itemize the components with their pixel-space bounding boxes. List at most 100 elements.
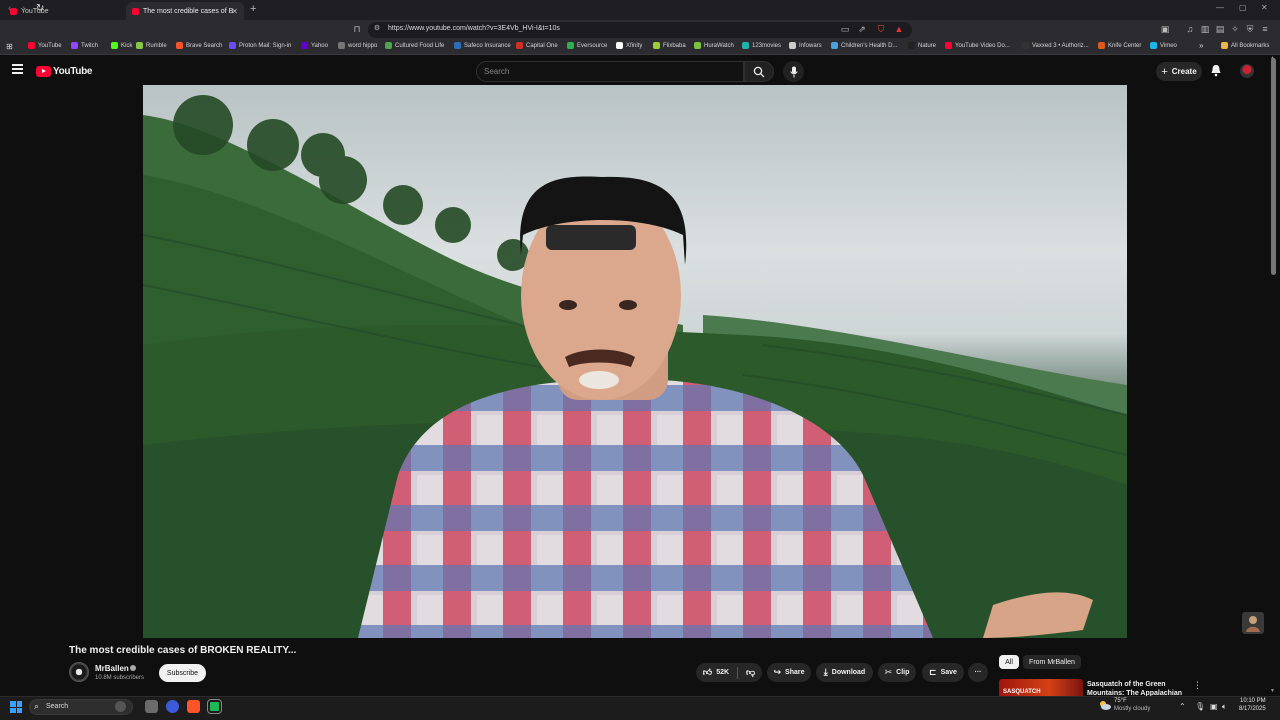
bookmark-favicon-icon [338,42,345,49]
browser-tab-video[interactable]: The most credible cases of B ✕ [126,2,244,20]
youtube-logo-text[interactable]: YouTube [53,66,93,77]
bookmark-item[interactable]: Proton Mail: Sign-in [229,42,291,49]
vpn-icon[interactable]: ⛨ [1245,24,1255,34]
bookmark-item[interactable]: Flixbaba [653,42,686,49]
channel-avatar[interactable] [69,662,89,682]
bookmark-item[interactable]: Twitch [71,42,98,49]
download-button[interactable]: ⤓ Download [816,663,873,682]
bookmark-item[interactable]: Xfinity [616,42,642,49]
subscribe-button[interactable]: Subscribe [159,664,206,682]
bookmark-item[interactable]: Brave Search [176,42,222,49]
bookmark-item[interactable]: YouTube Video Do... [945,42,1010,49]
brave-shields-icon[interactable]: ⛉ [876,24,886,34]
clock-time[interactable]: 10:10 PM [1240,698,1266,704]
bookmark-item[interactable]: Kick [111,42,132,49]
new-tab-button[interactable]: + [250,3,256,15]
clock-date[interactable]: 8/17/2025 [1239,706,1266,712]
weather-temperature[interactable]: 75°F [1114,698,1127,704]
task-view-icon[interactable] [145,700,158,713]
dislike-button[interactable]: 👎︎ [746,667,755,678]
weather-description[interactable]: Mostly cloudy [1114,706,1150,712]
download-icon: ⤓ [823,667,828,677]
notifications-bell-icon[interactable] [1210,64,1222,77]
clip-button[interactable]: ✂ Clip [878,663,916,682]
volume-tray-icon[interactable]: 🔈︎ [1222,702,1227,712]
bookmark-item[interactable]: 123movies [742,42,781,49]
bookmark-item[interactable]: Children's Health D... [831,42,898,49]
recommended-more-icon[interactable]: ⋮ [1193,680,1202,691]
bookmark-item[interactable]: Infowars [789,42,822,49]
maximize-window-icon[interactable]: ▢ [1239,3,1247,12]
extensions-icon[interactable]: ✧ [1230,24,1240,34]
bookmark-item[interactable]: Vaxxed 3 • Authoriz... [1022,42,1089,49]
screenshot-icon[interactable]: ▣ [1160,24,1170,34]
brave-rewards-icon[interactable]: ▲ [894,24,904,34]
search-button[interactable] [744,61,774,82]
save-button[interactable]: ⊏ Save [922,663,964,682]
scroll-down-arrow-icon[interactable]: ▼ [1270,688,1275,694]
share-page-icon[interactable]: ⇗ [857,24,867,34]
more-bookmarks-button[interactable]: » [1199,41,1203,50]
account-avatar[interactable] [1240,64,1254,78]
bookmark-item[interactable]: Eversource [567,42,607,49]
site-info-icon[interactable]: ⚙ [372,24,382,34]
chip-all[interactable]: All [999,655,1019,669]
bookmark-item[interactable]: YouTube [28,42,62,49]
bookmark-item[interactable]: Safeco Insurance [454,42,511,49]
channel-name[interactable]: MrBallen [95,664,129,673]
bookmark-page-icon[interactable]: ⊓ [352,24,362,34]
hamburger-menu-icon[interactable] [12,64,23,74]
minimize-window-icon[interactable]: — [1216,3,1224,12]
like-button[interactable]: 👍︎ 52K [703,667,729,678]
microphone-tray-icon[interactable]: 🎙︎ [1195,702,1205,711]
cast-icon[interactable]: ▭ [840,24,850,34]
active-app-icon[interactable] [207,699,222,714]
brave-browser-icon[interactable] [187,700,200,713]
back-arrow-icon[interactable]: ‹ [8,3,11,14]
address-bar-url[interactable]: https://www.youtube.com/watch?v=3E4Vb_HV… [388,25,560,32]
all-bookmarks-folder[interactable]: All Bookmarks [1221,42,1269,49]
share-button[interactable]: ↪ Share [767,663,811,682]
bookmark-label: Capital One [526,42,558,49]
video-title: The most credible cases of BROKEN REALIT… [69,645,297,656]
bookmark-item[interactable]: Nature [908,42,936,49]
bookmark-label: Vaxxed 3 • Authoriz... [1032,42,1089,49]
youtube-logo-icon[interactable] [36,66,51,77]
edge-browser-icon[interactable] [166,700,179,713]
bookmark-favicon-icon [653,42,660,49]
search-input[interactable] [484,65,734,78]
close-tab-icon[interactable]: ✕ [231,7,238,16]
media-icon[interactable]: ♫ [1185,24,1195,34]
chip-from-channel[interactable]: From MrBallen [1023,655,1081,669]
apps-grid-icon[interactable]: ⊞ [6,42,13,51]
windows-start-icon[interactable] [10,701,22,713]
bookmark-favicon-icon [1098,42,1105,49]
bookmark-item[interactable]: Capital One [516,42,558,49]
voice-search-button[interactable] [783,61,804,82]
channel-watermark-icon[interactable] [1242,612,1264,634]
bookmark-item[interactable]: Rumble [136,42,167,49]
bookmark-item[interactable]: Knife Center [1098,42,1141,49]
wallet-icon[interactable]: ▤ [1215,24,1225,34]
create-button[interactable]: + Create [1156,62,1202,81]
bookmark-item[interactable]: Vimeo [1150,42,1177,49]
reload-icon[interactable]: ↻ [36,3,44,14]
bookmark-item[interactable]: HuraWatch [694,42,734,49]
bookmark-item[interactable]: Cultured Food Life [385,42,444,49]
sidebar-icon[interactable]: ▥ [1200,24,1210,34]
browser-menu-icon[interactable]: ≡ [1260,24,1270,34]
weather-cloudy-icon[interactable] [1098,700,1112,710]
bookmark-item[interactable]: Yahoo [301,42,328,49]
close-window-icon[interactable]: ✕ [1261,3,1268,12]
forward-arrow-icon[interactable]: › [22,3,25,14]
network-tray-icon[interactable]: ▣ [1210,702,1218,711]
video-player[interactable] [143,85,1127,638]
taskbar-search-icon: ⌕ [34,701,40,711]
bookmark-favicon-icon [28,42,35,49]
more-actions-button[interactable]: ··· [968,663,988,682]
save-label: Save [940,669,957,676]
bookmark-label: Infowars [799,42,822,49]
bookmark-item[interactable]: word hippo [338,42,377,49]
page-scrollbar-thumb[interactable] [1271,58,1276,275]
show-hidden-icons-chevron-icon[interactable]: ⌃ [1179,702,1186,711]
